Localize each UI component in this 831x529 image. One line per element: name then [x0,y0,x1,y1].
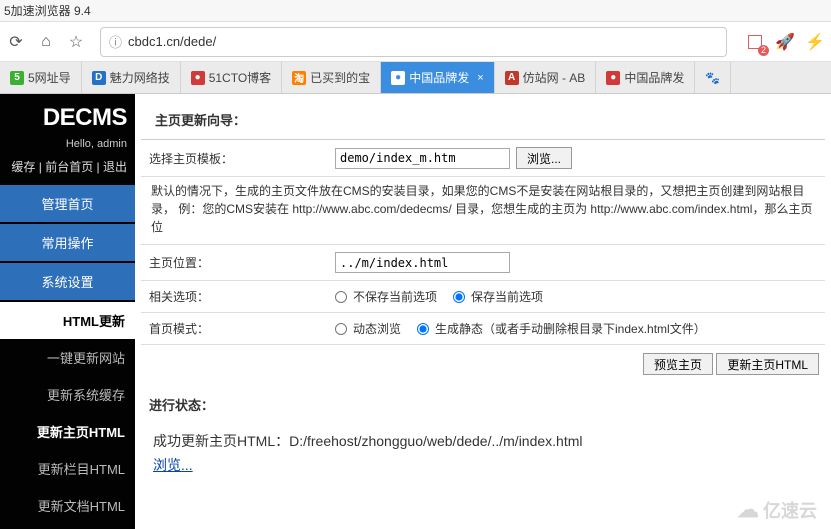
close-icon[interactable]: × [477,72,483,84]
action-row: 预览主页 更新主页HTML [135,345,831,383]
tab-1[interactable]: D魅力网络技 [82,62,181,93]
favicon-icon: ● [391,71,405,85]
address-url[interactable]: cbdc1.cn/dede/ [128,34,718,49]
result-text: 成功更新主页HTML：D:/freehost/zhongguo/web/dede… [153,433,583,449]
info-icon: ⓘ [109,32,122,51]
position-input[interactable] [335,252,510,273]
label-options: 相关选项： [145,288,335,305]
opt-static: 生成静态（或者手动删除根目录下index.html文件） [435,320,706,337]
tab-6[interactable]: ●中国品牌发 [596,62,695,93]
sidebar-btn-system[interactable]: 系统设置 [0,263,135,300]
row-options: 相关选项： 不保存当前选项 保存当前选项 [141,281,825,313]
label-template: 选择主页模板： [145,150,335,167]
tab-7[interactable]: 🐾 [695,62,731,93]
label-mode: 首页模式： [145,320,335,337]
hint-text: 默认的情况下，生成的主页文件放在CMS的安装目录，如果您的CMS不是安装在网站根… [141,177,825,245]
tab-strip: 55网址导 D魅力网络技 ●51CTO博客 淘已买到的宝 ●中国品牌发× A仿站… [0,62,831,94]
workspace: DECMS Hello, admin 缓存 | 前台首页 | 退出 管理首页 常… [0,94,831,529]
reload-icon[interactable]: ⟳ [6,32,26,52]
result-link[interactable]: 浏览... [153,457,193,473]
tab-4-active[interactable]: ●中国品牌发× [381,62,494,93]
tab-3[interactable]: 淘已买到的宝 [282,62,381,93]
row-position: 主页位置： [141,245,825,281]
sidebar-item-homepage[interactable]: 更新主页HTML [0,413,135,450]
home-icon[interactable]: ⌂ [36,32,56,52]
tab-5[interactable]: A仿站网 - AB [495,62,597,93]
watermark: ☁ 亿速云 [737,497,817,523]
radio-static[interactable] [417,323,429,335]
progress-label: 进行状态： [135,383,831,420]
radio-save[interactable] [453,291,465,303]
sys-links[interactable]: 缓存 | 前台首页 | 退出 [0,154,135,185]
window-title: 5加速浏览器 9.4 [4,2,91,19]
favicon-icon: A [505,71,519,85]
panel-title: 主页更新向导： [141,100,825,140]
cloud-icon: ☁ [737,497,759,523]
result-block: 成功更新主页HTML：D:/freehost/zhongguo/web/dede… [135,420,831,489]
favicon-icon: 🐾 [705,71,720,85]
browser-toolbar: ⟳ ⌂ ☆ ⓘ cbdc1.cn/dede/ 2 🚀 ⚡ [0,22,831,62]
star-icon[interactable]: ☆ [66,32,86,52]
favicon-icon: D [92,71,106,85]
rocket-icon[interactable]: 🚀 [775,32,795,52]
favicon-icon: ● [191,71,205,85]
opt-nosave: 不保存当前选项 [353,288,437,305]
window-title-bar: 5加速浏览器 9.4 [0,0,831,22]
flash-icon[interactable]: ⚡ [805,32,825,52]
template-input[interactable] [335,148,510,169]
favicon-icon: ● [606,71,620,85]
address-bar[interactable]: ⓘ cbdc1.cn/dede/ [100,27,727,57]
sidebar-category-html[interactable]: HTML更新 [0,302,135,339]
sidebar-btn-dashboard[interactable]: 管理首页 [0,185,135,222]
sidebar-btn-common[interactable]: 常用操作 [0,224,135,261]
browse-button[interactable]: 浏览... [516,147,572,169]
radio-nosave[interactable] [335,291,347,303]
row-mode: 首页模式： 动态浏览 生成静态（或者手动删除根目录下index.html文件） [141,313,825,345]
opt-save: 保存当前选项 [471,288,543,305]
tab-2[interactable]: ●51CTO博客 [181,62,282,93]
sidebar-item-document[interactable]: 更新文档HTML [0,487,135,524]
notification-icon[interactable]: 2 [745,32,765,52]
main-panel: 主页更新向导： 选择主页模板： 浏览... 默认的情况下，生成的主页文件放在CM… [135,94,831,529]
sidebar-item-onekey[interactable]: 一键更新网站 [0,339,135,376]
row-template: 选择主页模板： 浏览... [141,140,825,177]
preview-button[interactable]: 预览主页 [643,353,713,375]
tab-0[interactable]: 55网址导 [0,62,82,93]
favicon-icon: 5 [10,71,24,85]
sidebar-item-cache[interactable]: 更新系统缓存 [0,376,135,413]
sidebar: DECMS Hello, admin 缓存 | 前台首页 | 退出 管理首页 常… [0,94,135,529]
sidebar-item-column[interactable]: 更新栏目HTML [0,450,135,487]
opt-dynamic: 动态浏览 [353,320,401,337]
radio-dynamic[interactable] [335,323,347,335]
logo: DECMS [0,94,135,138]
label-position: 主页位置： [145,254,335,271]
hello-text: Hello, admin [0,138,135,150]
update-button[interactable]: 更新主页HTML [716,353,819,375]
favicon-icon: 淘 [292,71,306,85]
